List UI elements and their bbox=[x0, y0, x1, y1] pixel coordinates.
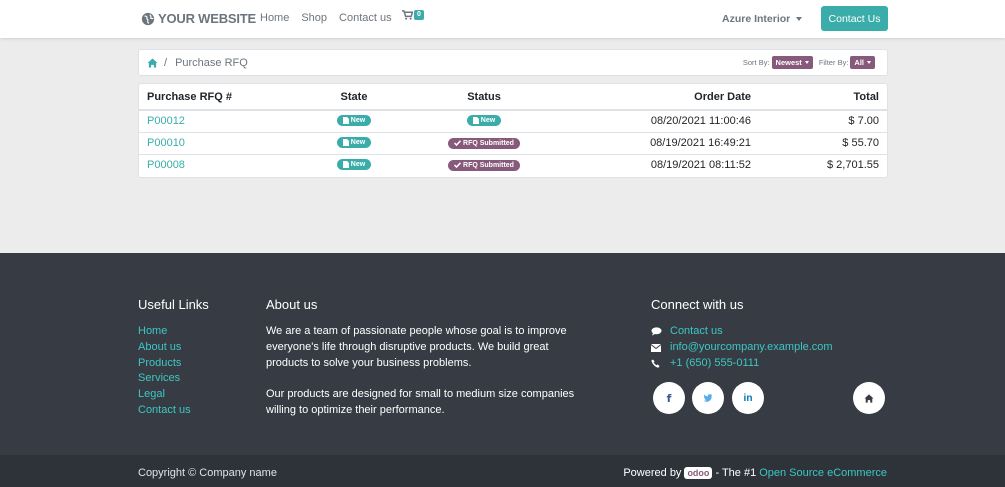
home-icon[interactable] bbox=[853, 382, 885, 414]
file-icon bbox=[342, 139, 349, 146]
rfq-table-card: Purchase RFQ # State Status Order Date T… bbox=[138, 83, 888, 178]
cart-count-badge: 0 bbox=[414, 10, 424, 20]
cart-link[interactable]: 0 bbox=[402, 10, 424, 20]
brand-text: YOUR WEBSITE bbox=[158, 11, 256, 26]
order-date: 08/20/2021 11:00:46 bbox=[650, 115, 751, 128]
nav-shop[interactable]: Shop bbox=[301, 12, 327, 24]
connect-phone-row[interactable]: +1 (650) 555-0111 bbox=[651, 356, 833, 372]
the-1-label: - The #1 bbox=[715, 467, 757, 479]
rfq-ref-link[interactable]: P00008 bbox=[139, 153, 289, 176]
col-header-status: Status bbox=[419, 84, 549, 111]
file-icon bbox=[472, 117, 479, 125]
table-row[interactable]: P00012 New New 08/20/2021 11:00:46 $ 7.0… bbox=[139, 110, 887, 132]
caret-down-icon bbox=[867, 61, 871, 64]
filter-label: Filter By: bbox=[818, 58, 849, 67]
connect-contact-link[interactable]: Contact us bbox=[670, 324, 723, 340]
twitter-bird-icon bbox=[703, 394, 713, 402]
about-paragraph-2: Our products are designed for small to m… bbox=[266, 388, 575, 416]
useful-links-title: Useful Links bbox=[138, 297, 209, 312]
home-glyph-icon bbox=[864, 393, 874, 403]
check-icon bbox=[454, 162, 462, 169]
about-text: We are a team of passionate people whose… bbox=[266, 324, 576, 419]
breadcrumb-bar: / Purchase RFQ Sort By: Newest Filter By… bbox=[138, 49, 888, 76]
main-nav: Home Shop Contact us bbox=[260, 12, 404, 24]
home-icon[interactable] bbox=[147, 58, 158, 68]
linkedin-icon[interactable]: in bbox=[732, 382, 764, 414]
contact-us-button[interactable]: Contact Us bbox=[821, 6, 888, 31]
status-badge: RFQ Submitted bbox=[448, 159, 520, 171]
caret-down-icon bbox=[804, 61, 809, 64]
order-total: $ 2,701.55 bbox=[759, 153, 887, 176]
col-header-date: Order Date bbox=[549, 84, 759, 111]
breadcrumb: / Purchase RFQ bbox=[147, 57, 248, 69]
order-total: $ 55.70 bbox=[759, 131, 887, 154]
brand-logo[interactable]: YOUR WEBSITE bbox=[141, 11, 256, 26]
envelope-icon bbox=[651, 343, 661, 352]
cart-icon bbox=[402, 10, 413, 20]
table-header-row: Purchase RFQ # State Status Order Date T… bbox=[139, 84, 887, 111]
footer-link-products[interactable]: Products bbox=[138, 356, 191, 372]
col-header-ref: Purchase RFQ # bbox=[139, 84, 289, 111]
footer-bottom-bar: Copyright © Company name Powered by odoo… bbox=[0, 455, 1005, 487]
file-icon bbox=[342, 117, 349, 125]
rfq-table: Purchase RFQ # State Status Order Date T… bbox=[139, 84, 887, 176]
twitter-icon[interactable] bbox=[692, 382, 724, 414]
powered-by-label: Powered by bbox=[623, 467, 682, 479]
check-icon bbox=[454, 140, 462, 146]
site-footer: Useful Links Home About us Products Serv… bbox=[0, 253, 1005, 455]
status-badge: RFQ Submitted bbox=[448, 137, 520, 149]
sort-label: Sort By: bbox=[742, 58, 770, 67]
order-date: 08/19/2021 16:49:21 bbox=[549, 131, 759, 154]
footer-link-about[interactable]: About us bbox=[138, 340, 191, 356]
facebook-icon[interactable]: f bbox=[653, 382, 685, 414]
table-row[interactable]: P00010 New RFQ Submitted 08/19/2021 16:4… bbox=[139, 131, 887, 154]
col-header-total: Total bbox=[759, 84, 887, 111]
sort-dropdown[interactable]: Newest bbox=[771, 56, 813, 69]
filter-dropdown[interactable]: All bbox=[850, 56, 875, 69]
state-badge: New bbox=[336, 115, 372, 127]
connect-title: Connect with us bbox=[651, 297, 744, 312]
table-row[interactable]: P00008 New RFQ Submitted 08/19/2021 08:1… bbox=[139, 153, 887, 176]
footer-link-legal[interactable]: Legal bbox=[138, 387, 191, 403]
about-paragraph-1: We are a team of passionate people whose… bbox=[266, 325, 567, 369]
user-menu-dropdown[interactable]: Azure Interior bbox=[722, 13, 803, 25]
rfq-ref-link[interactable]: P00012 bbox=[139, 110, 289, 132]
odoo-logo[interactable]: odoo bbox=[684, 467, 713, 479]
sort-value: Newest bbox=[775, 58, 802, 67]
state-badge: New bbox=[336, 137, 372, 148]
nav-contact[interactable]: Contact us bbox=[339, 12, 392, 24]
breadcrumb-separator: / bbox=[164, 57, 168, 69]
phone-icon bbox=[651, 359, 660, 368]
powered-by: Powered by odoo - The #1 Open Source eCo… bbox=[623, 467, 887, 479]
about-title: About us bbox=[266, 297, 318, 312]
footer-link-contact[interactable]: Contact us bbox=[138, 403, 191, 419]
open-source-ecommerce-link[interactable]: Open Source eCommerce bbox=[759, 467, 887, 479]
copyright-text: Copyright © Company name bbox=[138, 467, 277, 479]
rfq-ref-link[interactable]: P00010 bbox=[139, 131, 289, 154]
order-date: 08/19/2021 08:11:52 bbox=[549, 153, 759, 176]
nav-home[interactable]: Home bbox=[260, 12, 289, 24]
connect-contact-row[interactable]: Contact us bbox=[651, 324, 833, 340]
state-badge: New bbox=[336, 159, 372, 171]
footer-link-services[interactable]: Services bbox=[138, 371, 191, 387]
breadcrumb-current: Purchase RFQ bbox=[175, 57, 248, 69]
globe-icon bbox=[141, 12, 155, 25]
connect-email-row[interactable]: info@yourcompany.example.com bbox=[651, 340, 833, 356]
connect-list: Contact us info@yourcompany.example.com … bbox=[651, 324, 833, 371]
top-navbar: YOUR WEBSITE Home Shop Contact us 0 Azur… bbox=[0, 0, 1005, 38]
user-name: Azure Interior bbox=[722, 13, 791, 25]
footer-link-home[interactable]: Home bbox=[138, 324, 191, 340]
col-header-state: State bbox=[289, 84, 419, 111]
useful-links-list: Home About us Products Services Legal Co… bbox=[138, 324, 191, 419]
sort-filter-controls: Sort By: Newest Filter By: All bbox=[743, 56, 875, 69]
caret-down-icon bbox=[796, 17, 803, 21]
connect-email-link[interactable]: info@yourcompany.example.com bbox=[670, 340, 833, 356]
status-badge: New bbox=[466, 115, 502, 127]
comment-icon bbox=[651, 327, 662, 337]
file-icon bbox=[342, 161, 349, 169]
filter-value: All bbox=[854, 58, 864, 67]
connect-phone-link[interactable]: +1 (650) 555-0111 bbox=[670, 356, 759, 372]
order-total: $ 7.00 bbox=[848, 115, 879, 128]
